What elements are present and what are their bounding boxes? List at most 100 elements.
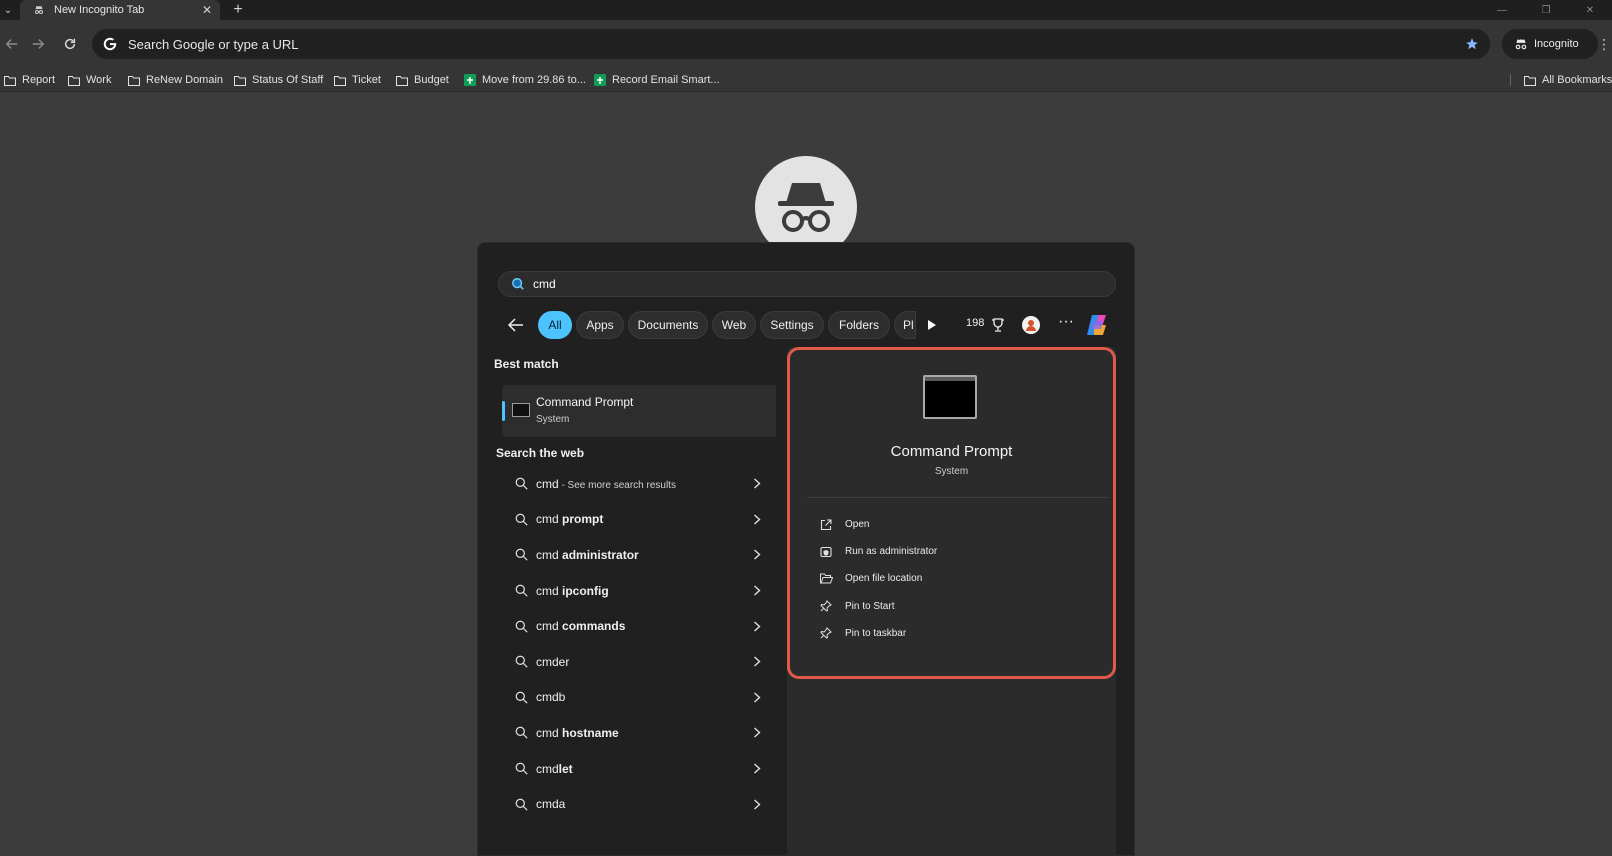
bookmark-item[interactable]: Status Of Staff xyxy=(234,68,323,92)
bookmark-star-icon[interactable] xyxy=(1464,36,1480,52)
restore-button[interactable]: ❐ xyxy=(1524,0,1568,20)
copilot-icon[interactable] xyxy=(1084,313,1110,337)
web-result-item[interactable]: cmd prompt xyxy=(502,502,770,538)
bookmark-label: Ticket xyxy=(352,74,381,86)
bookmark-item[interactable]: Ticket xyxy=(334,68,381,92)
rewards-points: 198 xyxy=(966,317,985,329)
filter-folders[interactable]: Folders xyxy=(828,311,890,339)
search-icon xyxy=(514,726,528,740)
action-open[interactable]: Open xyxy=(819,511,1099,538)
close-window-button[interactable]: ✕ xyxy=(1568,0,1612,20)
web-results-list: cmd - See more search results cmd prompt… xyxy=(502,466,770,822)
web-result-item[interactable]: cmd - See more search results xyxy=(502,466,770,502)
folder-icon xyxy=(128,74,140,86)
web-result-item[interactable]: cmdlet xyxy=(502,751,770,787)
bookmark-item[interactable]: Work xyxy=(68,68,111,92)
browser-menu-button[interactable]: ⋮ xyxy=(1597,32,1611,56)
command-prompt-icon xyxy=(923,375,977,419)
chevron-right-icon xyxy=(750,762,764,776)
result-preview-pane: Command Prompt System Open Run as admini… xyxy=(787,347,1116,856)
back-button[interactable] xyxy=(0,32,24,56)
tab-search-button[interactable]: ⌄ xyxy=(0,0,16,20)
incognito-profile-chip[interactable]: Incognito xyxy=(1502,29,1598,59)
minimize-button[interactable]: — xyxy=(1480,0,1524,20)
all-bookmarks-button[interactable]: All Bookmarks xyxy=(1524,68,1612,92)
play-icon xyxy=(928,320,936,330)
search-icon xyxy=(514,655,528,669)
back-arrow-icon xyxy=(5,39,18,49)
web-result-item[interactable]: cmder xyxy=(502,644,770,680)
web-result-text: cmd xyxy=(536,761,559,776)
incognito-icon xyxy=(1515,39,1527,50)
tab-new-incognito[interactable]: New Incognito Tab ✕ xyxy=(20,0,220,20)
filter-documents[interactable]: Documents xyxy=(628,311,708,339)
web-result-item[interactable]: cmd administrator xyxy=(502,537,770,573)
google-icon xyxy=(102,36,118,52)
bookmark-item[interactable]: ReNew Domain xyxy=(128,68,223,92)
web-result-item[interactable]: cmda xyxy=(502,786,770,822)
chevron-right-icon xyxy=(750,548,764,562)
best-match-title: Command Prompt xyxy=(536,395,634,409)
reload-button[interactable] xyxy=(58,32,82,56)
address-bar[interactable]: Search Google or type a URL xyxy=(92,29,1490,59)
incognito-label: Incognito xyxy=(1534,38,1579,50)
search-input[interactable]: cmd xyxy=(498,271,1116,297)
filter-web[interactable]: Web xyxy=(712,311,756,339)
folder-icon xyxy=(334,74,346,86)
web-result-text: cmd xyxy=(536,547,563,562)
action-open-file-location[interactable]: Open file location xyxy=(819,565,1099,592)
action-run-as-admin[interactable]: Run as administrator xyxy=(819,538,1099,565)
web-result-item[interactable]: cmd commands xyxy=(502,608,770,644)
search-web-heading: Search the web xyxy=(496,446,585,460)
web-result-text: cmd xyxy=(536,583,563,598)
bookmark-label: Work xyxy=(86,74,112,86)
web-result-text: cmda xyxy=(536,797,566,812)
trophy-icon[interactable] xyxy=(990,316,1006,334)
address-bar-placeholder: Search Google or type a URL xyxy=(128,36,299,52)
incognito-icon xyxy=(32,3,46,17)
bookmark-label: ReNew Domain xyxy=(146,74,224,86)
chevron-right-icon xyxy=(750,584,764,598)
filter-photos[interactable]: Pl xyxy=(894,311,916,339)
filter-settings[interactable]: Settings xyxy=(760,311,824,339)
bookmarks-bar: Report Work ReNew Domain Status Of Staff… xyxy=(0,68,1612,92)
web-result-bold: let xyxy=(558,761,573,776)
forward-arrow-icon xyxy=(32,39,45,49)
bookmark-item[interactable]: Move from 29.86 to... xyxy=(464,68,586,92)
scroll-filters-button[interactable] xyxy=(922,315,942,335)
tab-strip: ⌄ New Incognito Tab ✕ + — ❐ ✕ xyxy=(0,0,1612,20)
new-tab-button[interactable]: + xyxy=(228,0,248,20)
tab-close-icon[interactable]: ✕ xyxy=(200,3,214,17)
bookmark-label: Report xyxy=(22,74,56,86)
filter-apps[interactable]: Apps xyxy=(576,311,624,339)
action-pin-to-taskbar[interactable]: Pin to taskbar xyxy=(819,620,1099,647)
bookmark-item[interactable]: Report xyxy=(4,68,55,92)
divider xyxy=(807,497,1109,498)
bookmark-label: Record Email Smart... xyxy=(612,74,720,86)
sheets-icon xyxy=(464,74,476,86)
bookmark-label: Budget xyxy=(414,74,449,86)
web-result-bold: administrator xyxy=(562,547,639,562)
search-icon xyxy=(514,548,528,562)
web-result-text: cmd xyxy=(536,725,563,740)
bookmark-item[interactable]: Record Email Smart... xyxy=(594,68,720,92)
filter-all[interactable]: All xyxy=(538,311,572,339)
web-result-bold: hostname xyxy=(562,725,619,740)
forward-button[interactable] xyxy=(26,32,50,56)
search-icon xyxy=(514,512,528,526)
chevron-down-icon: ⌄ xyxy=(3,4,13,16)
web-result-item[interactable]: cmd ipconfig xyxy=(502,573,770,609)
best-match-item[interactable]: Command Prompt System xyxy=(502,385,776,437)
avatar[interactable] xyxy=(1022,316,1040,334)
bookmark-item[interactable]: Budget xyxy=(396,68,449,92)
windows-search-panel: cmd All Apps Documents Web Settings Fold… xyxy=(477,242,1135,856)
search-icon xyxy=(514,619,528,633)
more-options-button[interactable]: ··· xyxy=(1056,313,1076,335)
open-external-icon xyxy=(819,518,833,532)
web-result-item[interactable]: cmdb xyxy=(502,680,770,716)
back-button[interactable] xyxy=(506,315,526,335)
chevron-right-icon xyxy=(750,655,764,669)
web-result-item[interactable]: cmd hostname xyxy=(502,715,770,751)
action-label: Open file location xyxy=(845,573,923,585)
action-pin-to-start[interactable]: Pin to Start xyxy=(819,593,1099,620)
